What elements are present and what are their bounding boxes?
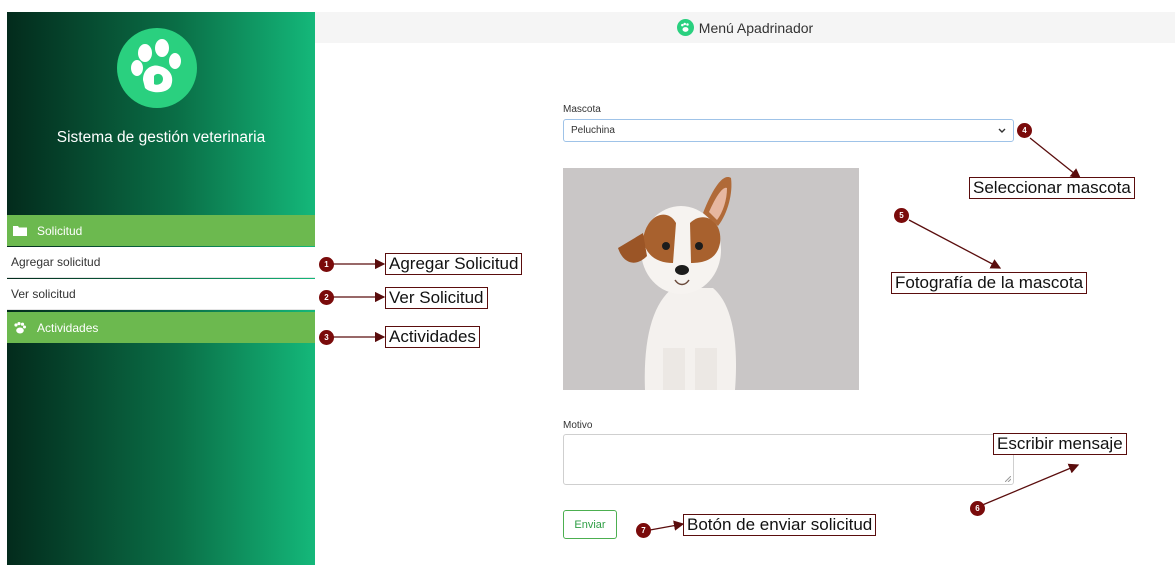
arrow-4: [1029, 137, 1082, 179]
arrow-7: [649, 520, 685, 531]
annotation-badge: 3: [319, 330, 334, 345]
annotation-callout: Seleccionar mascota: [969, 177, 1135, 199]
annotation-badge: 5: [894, 208, 909, 223]
annotation-badge: 1: [319, 257, 334, 272]
annotation-callout: Actividades: [385, 326, 480, 348]
annotation-badge: 4: [1017, 123, 1032, 138]
annotation-badge: 6: [970, 501, 985, 516]
arrow-5: [908, 219, 1002, 269]
annotation-badge: 7: [636, 523, 651, 538]
annotation-callout: Botón de enviar solicitud: [683, 514, 877, 536]
annotation-callout: Agregar Solicitud: [385, 253, 523, 275]
arrow-6: [979, 463, 1080, 507]
annotation-callout: Ver Solicitud: [385, 287, 488, 309]
annotation-callout: Escribir mensaje: [993, 433, 1127, 455]
annotation-callout: Fotografía de la mascota: [891, 272, 1088, 294]
screen: Sistema de gestión veterinaria Solicitud…: [0, 0, 1175, 565]
annotation-badge: 2: [319, 290, 334, 305]
